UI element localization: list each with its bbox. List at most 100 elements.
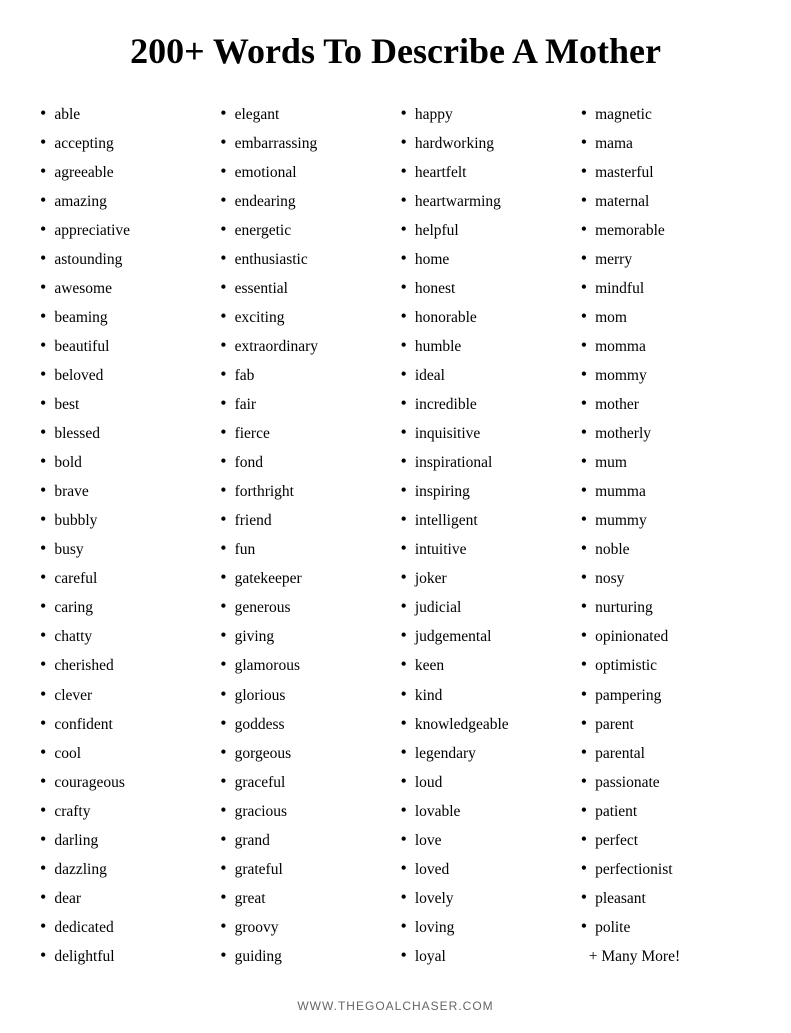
- list-item: • judicial: [401, 596, 571, 620]
- list-item: •magnetic: [581, 103, 751, 127]
- list-item: •pleasant: [581, 887, 751, 911]
- list-item: •mum: [581, 451, 751, 475]
- word-text: exciting: [235, 306, 285, 330]
- list-item: •happy: [401, 103, 571, 127]
- word-text: glorious: [235, 684, 286, 708]
- word-text: loyal: [415, 945, 446, 969]
- list-item: •gatekeeper: [220, 567, 390, 591]
- bullet-icon: •: [220, 801, 226, 819]
- bullet-icon: •: [40, 859, 46, 877]
- word-text: groovy: [235, 916, 279, 940]
- word-text: judicial: [415, 596, 462, 620]
- list-item: • beaming: [40, 306, 210, 330]
- bullet-icon: •: [581, 655, 587, 673]
- list-item: • dear: [40, 887, 210, 911]
- bullet-icon: •: [40, 888, 46, 906]
- bullet-icon: •: [581, 394, 587, 412]
- list-item: • ideal: [401, 364, 571, 388]
- list-item: •gracious: [220, 800, 390, 824]
- word-text: dedicated: [54, 916, 113, 940]
- bullet-icon: •: [581, 104, 587, 122]
- word-text: inquisitive: [415, 422, 480, 446]
- list-item: •honorable: [401, 306, 571, 330]
- bullet-icon: •: [581, 162, 587, 180]
- bullet-icon: •: [220, 191, 226, 209]
- bullet-icon: •: [40, 423, 46, 441]
- bullet-icon: •: [401, 162, 407, 180]
- word-text: passionate: [595, 771, 660, 795]
- bullet-icon: •: [220, 104, 226, 122]
- word-text: polite: [595, 916, 630, 940]
- list-item: •blessed: [40, 422, 210, 446]
- word-text: grand: [235, 829, 270, 853]
- word-text: dear: [54, 887, 81, 911]
- word-text: intelligent: [415, 509, 478, 533]
- bullet-icon: •: [401, 714, 407, 732]
- word-text: humble: [415, 335, 462, 359]
- bullet-icon: •: [401, 481, 407, 499]
- bullet-icon: •: [401, 743, 407, 761]
- list-item: •masterful: [581, 161, 751, 185]
- list-item: •joker: [401, 567, 571, 591]
- list-item: •cherished: [40, 654, 210, 678]
- bullet-icon: •: [220, 655, 226, 673]
- word-text: joker: [415, 567, 447, 591]
- word-text: embarrassing: [235, 132, 318, 156]
- list-item: •crafty: [40, 800, 210, 824]
- word-text: beaming: [54, 306, 107, 330]
- list-item: •inquisitive: [401, 422, 571, 446]
- list-item: •awesome: [40, 277, 210, 301]
- list-item: •loud: [401, 771, 571, 795]
- bullet-icon: •: [581, 191, 587, 209]
- list-item: •helpful: [401, 219, 571, 243]
- list-item: •inspirational: [401, 451, 571, 475]
- bullet-icon: •: [220, 365, 226, 383]
- word-column-2: •elegant•embarrassing•emotional•endearin…: [220, 103, 390, 973]
- list-item: •perfectionist: [581, 858, 751, 882]
- list-item: •dazzling: [40, 858, 210, 882]
- word-text: beloved: [54, 364, 103, 388]
- list-item: •energetic: [220, 219, 390, 243]
- word-text: patient: [595, 800, 637, 824]
- list-item: •fair: [220, 393, 390, 417]
- word-text: helpful: [415, 219, 459, 243]
- word-text: cool: [54, 742, 81, 766]
- bullet-icon: •: [40, 946, 46, 964]
- word-text: heartwarming: [415, 190, 501, 214]
- word-text: bubbly: [54, 509, 97, 533]
- word-text: beautiful: [54, 335, 109, 359]
- list-item: •mummy: [581, 509, 751, 533]
- list-item: •keen: [401, 654, 571, 678]
- bullet-icon: •: [581, 917, 587, 935]
- list-item: •incredible: [401, 393, 571, 417]
- list-item: •love: [401, 829, 571, 853]
- bullet-icon: •: [40, 133, 46, 151]
- bullet-icon: •: [401, 685, 407, 703]
- bullet-icon: •: [40, 307, 46, 325]
- list-item: •memorable: [581, 219, 751, 243]
- word-text: amazing: [54, 190, 107, 214]
- word-text: goddess: [235, 713, 285, 737]
- bullet-icon: •: [581, 830, 587, 848]
- list-item: •endearing: [220, 190, 390, 214]
- bullet-icon: •: [581, 714, 587, 732]
- bullet-icon: •: [581, 743, 587, 761]
- list-item: •accepting: [40, 132, 210, 156]
- word-text: maternal: [595, 190, 649, 214]
- bullet-icon: •: [581, 452, 587, 470]
- bullet-icon: •: [581, 685, 587, 703]
- word-text: delightful: [54, 945, 114, 969]
- list-item: •nosy: [581, 567, 751, 591]
- bullet-icon: •: [220, 481, 226, 499]
- bullet-icon: •: [401, 597, 407, 615]
- list-item: •parent: [581, 713, 751, 737]
- bullet-icon: •: [220, 394, 226, 412]
- word-text: noble: [595, 538, 629, 562]
- list-item: •dedicated: [40, 916, 210, 940]
- word-text: best: [54, 393, 79, 417]
- bullet-icon: •: [581, 597, 587, 615]
- bullet-icon: •: [581, 801, 587, 819]
- word-text: guiding: [235, 945, 282, 969]
- bullet-icon: •: [401, 830, 407, 848]
- bullet-icon: •: [220, 917, 226, 935]
